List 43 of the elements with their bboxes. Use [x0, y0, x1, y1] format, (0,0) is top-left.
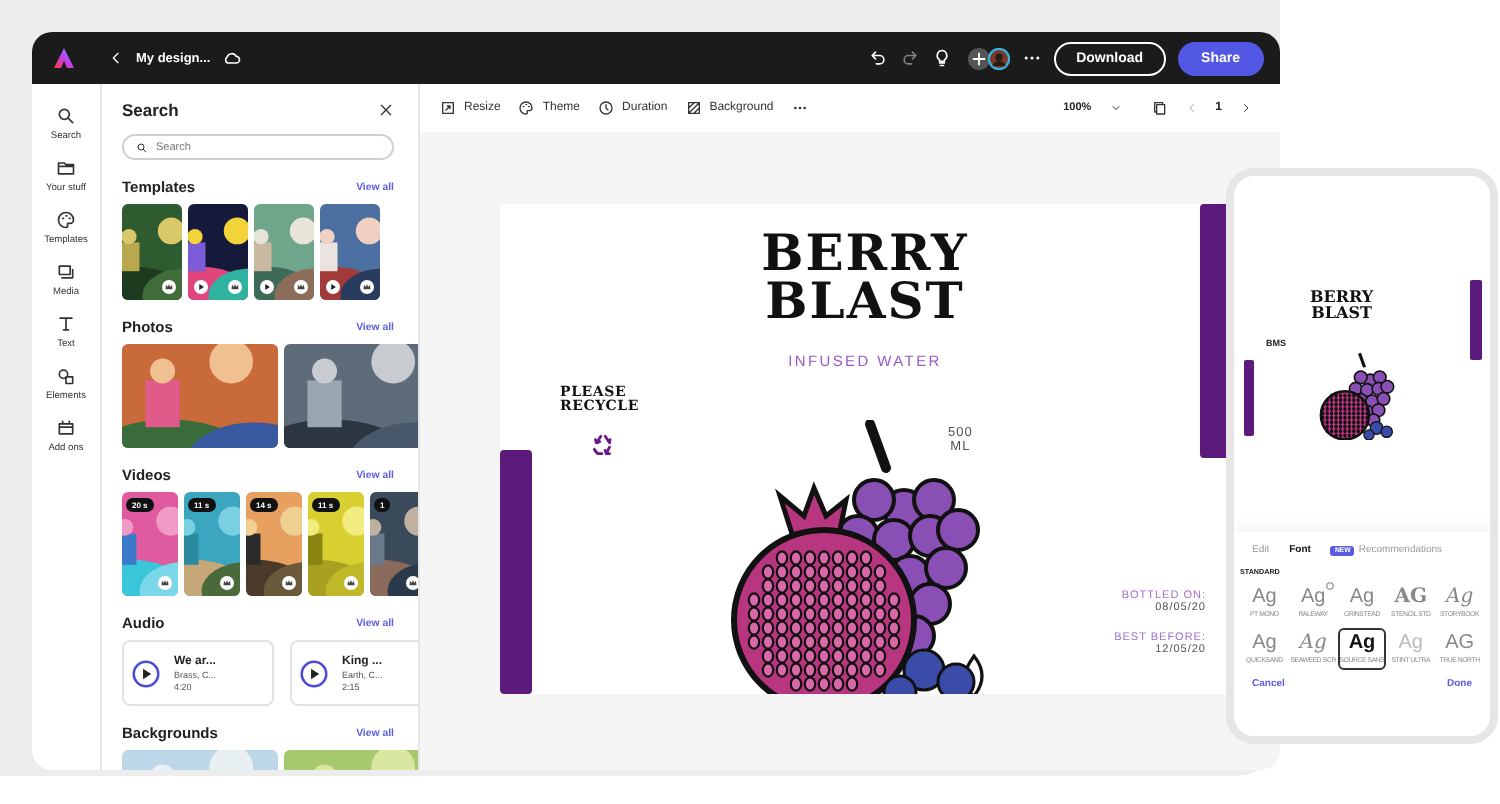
add-icon[interactable]: [968, 47, 991, 69]
text-icon: [56, 314, 76, 334]
undo-icon[interactable]: [868, 48, 889, 68]
premium-icon: [220, 576, 234, 590]
play-icon[interactable]: [194, 280, 208, 294]
premium-icon: [294, 280, 308, 294]
search-icon: [136, 141, 148, 153]
pages-icon[interactable]: [1151, 100, 1168, 116]
logo-icon[interactable]: [52, 46, 76, 70]
play-icon[interactable]: [300, 659, 328, 687]
search-icon: [55, 106, 76, 126]
premium-icon: [344, 576, 358, 590]
media-icon: [55, 262, 76, 282]
folder-icon: [55, 158, 76, 178]
resize-icon: [440, 100, 456, 116]
calendar-icon: [55, 418, 76, 438]
design-title: BERRY BLAST: [1310, 288, 1374, 320]
avatar[interactable]: [988, 47, 1011, 69]
redo-icon[interactable]: [900, 48, 921, 68]
play-icon[interactable]: [132, 659, 160, 687]
cloud-icon[interactable]: [222, 48, 243, 68]
back-icon[interactable]: [108, 50, 124, 66]
hatch-icon: [685, 100, 702, 116]
panel-title: Search: [122, 100, 179, 120]
palette-icon: [56, 210, 76, 230]
premium-icon: [282, 576, 296, 590]
chevron-down-icon[interactable]: [1109, 102, 1122, 114]
palette-icon: [518, 100, 535, 116]
play-icon[interactable]: [326, 280, 340, 294]
clock-icon: [598, 100, 615, 116]
premium-icon: [360, 280, 374, 294]
accent-bar: [1470, 280, 1482, 360]
accent-bar: [1244, 360, 1254, 436]
lightbulb-icon[interactable]: [932, 48, 953, 68]
design-title: BERRY BLAST: [759, 230, 971, 326]
recycle-icon: [590, 432, 616, 458]
shapes-icon: [56, 366, 76, 386]
premium-icon: [162, 280, 176, 294]
next-icon[interactable]: [1240, 102, 1252, 114]
close-icon[interactable]: [378, 102, 394, 118]
premium-icon: [158, 576, 172, 590]
premium-icon: [228, 280, 242, 294]
play-icon[interactable]: [260, 280, 274, 294]
